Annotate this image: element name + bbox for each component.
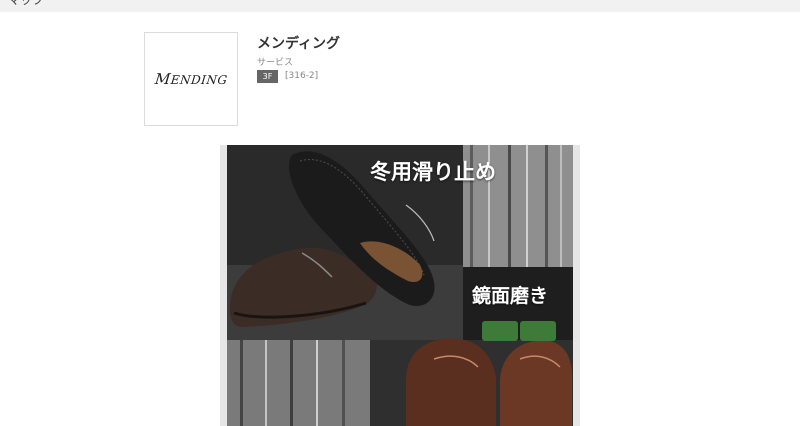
- promo-caption-mirror-polish: 鏡面磨き: [472, 285, 549, 307]
- floor-badge: 3F: [257, 70, 278, 83]
- promo-image: 冬用滑り止め 鏡面磨き: [220, 145, 580, 426]
- top-bar: マップ: [0, 0, 800, 12]
- shop-logo: MENDING: [144, 32, 238, 126]
- promo-caption-winter-grip: 冬用滑り止め: [370, 160, 496, 184]
- shop-name: メンディング: [257, 36, 341, 52]
- shop-logo-text: MENDING: [153, 70, 228, 88]
- top-bar-title: マップ: [8, 0, 45, 7]
- shop-code: [316-2]: [285, 71, 319, 81]
- shop-category: サービス: [257, 58, 294, 68]
